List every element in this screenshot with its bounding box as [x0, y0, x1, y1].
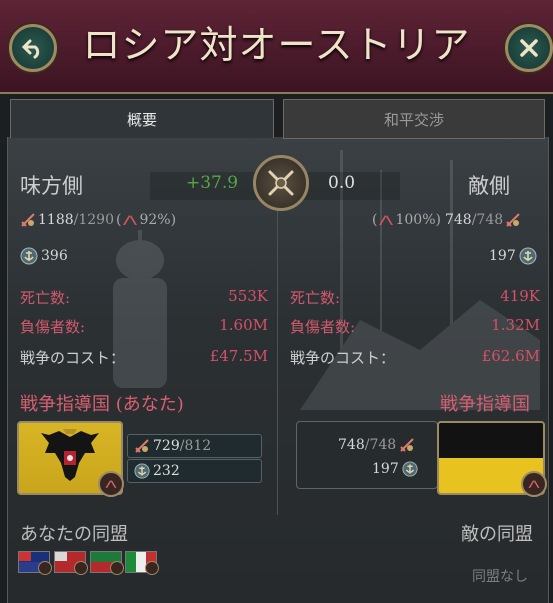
back-arrow-icon	[21, 39, 40, 59]
crossed-swords-emblem-icon	[268, 170, 294, 196]
army-icon	[506, 213, 520, 227]
ally-wounded-value: 1.60M	[219, 316, 268, 334]
ally-deaths-value: 553K	[228, 287, 268, 305]
ally-wounded-label: 負傷者数:	[20, 318, 86, 336]
allies-side-title: 味方側	[20, 174, 83, 198]
enemy-leader-morale-badge	[521, 471, 547, 497]
your-allies-title: あなたの同盟	[20, 524, 128, 545]
enemy-wounded-label: 負傷者数:	[290, 318, 356, 336]
ally-leader-navy: 232	[127, 459, 262, 483]
no-enemy-allies-text: 同盟なし	[472, 569, 528, 585]
ally-manpower-row: 1188 /1290 ( 92% )	[20, 212, 176, 228]
enemy-wounded-value: 1.32M	[491, 316, 540, 334]
tab-overview[interactable]: 概要	[10, 99, 274, 138]
morale-icon	[528, 480, 540, 488]
morale-icon	[105, 480, 117, 488]
enemy-war-leader-title: 戦争指導国	[440, 394, 530, 415]
ally-cost-label: 戦争のコスト：	[20, 349, 126, 367]
back-button[interactable]	[9, 24, 57, 72]
close-icon	[520, 39, 538, 57]
tab-peace-negotiation[interactable]: 和平交渉	[283, 99, 545, 139]
navy-anchor-icon	[134, 463, 150, 479]
enemy-morale: 100%	[395, 212, 436, 228]
ally-leader-manpower-current: 729	[153, 438, 180, 454]
enemy-cost-label: 戦争のコスト：	[290, 349, 396, 367]
enemy-war-score: 0.0	[328, 173, 356, 193]
morale-icon	[379, 215, 394, 225]
enemy-cost-value: £62.6M	[481, 347, 540, 365]
ally-cost-value: £47.5M	[209, 347, 268, 365]
navy-anchor-icon	[20, 247, 38, 265]
enemy-leader-manpower-total: /748	[364, 437, 397, 453]
enemy-leader-manpower-current: 748	[338, 437, 365, 453]
enemy-leader-navy: 197	[372, 461, 418, 477]
close-button[interactable]	[505, 24, 553, 72]
ally-deaths-label: 死亡数:	[20, 289, 71, 307]
enemy-deaths-label: 死亡数:	[290, 289, 341, 307]
morale-icon	[123, 215, 138, 225]
army-icon	[21, 213, 35, 227]
ally-leader-manpower-total: /812	[179, 438, 212, 454]
enemy-manpower-row: ( 100% ) 748 /748	[372, 212, 521, 228]
enemy-leader-stats-box	[296, 421, 438, 489]
enemy-allies-title: 敵の同盟	[461, 524, 533, 545]
ally-flag-4-badge	[145, 561, 159, 575]
ally-flag-3-badge	[110, 561, 124, 575]
ally-flag-1-canton	[19, 552, 31, 561]
enemy-leader-navy-value: 197	[372, 461, 399, 477]
enemy-navy-strength: 197	[489, 248, 516, 264]
ally-flag-2-canton	[55, 552, 67, 561]
ally-manpower-total: /1290	[73, 212, 114, 228]
enemy-manpower-current: 748	[444, 212, 472, 228]
flag-stripe-black	[439, 423, 543, 458]
war-emblem	[253, 155, 309, 211]
enemy-deaths-value: 419K	[500, 287, 540, 305]
ally-navy-row: 396	[20, 247, 68, 265]
ally-navy-strength: 396	[41, 248, 68, 264]
ally-leader-navy-value: 232	[153, 463, 180, 479]
window-title: ロシア対オーストリア	[82, 23, 471, 67]
ally-flag-2-badge	[74, 561, 88, 575]
ally-leader-morale-badge	[98, 471, 124, 497]
enemy-leader-manpower: 748 /748	[338, 437, 415, 453]
soldier-silhouette-background	[113, 230, 167, 388]
army-icon	[135, 439, 149, 453]
ally-morale: 92%	[139, 212, 171, 228]
enemy-navy-row: 197	[489, 247, 537, 265]
ally-war-leader-title: 戦争指導国 (あなた)	[20, 394, 184, 415]
ally-leader-manpower: 729 /812	[127, 434, 262, 458]
navy-anchor-icon	[519, 247, 537, 265]
ally-manpower-current: 1188	[38, 212, 74, 228]
enemy-manpower-total: /748	[471, 212, 504, 228]
navy-anchor-icon	[402, 461, 418, 477]
ally-war-score: +37.9	[186, 173, 239, 193]
enemies-side-title: 敵側	[468, 174, 510, 198]
ally-flag-1-badge	[38, 561, 52, 575]
army-icon	[400, 438, 414, 452]
